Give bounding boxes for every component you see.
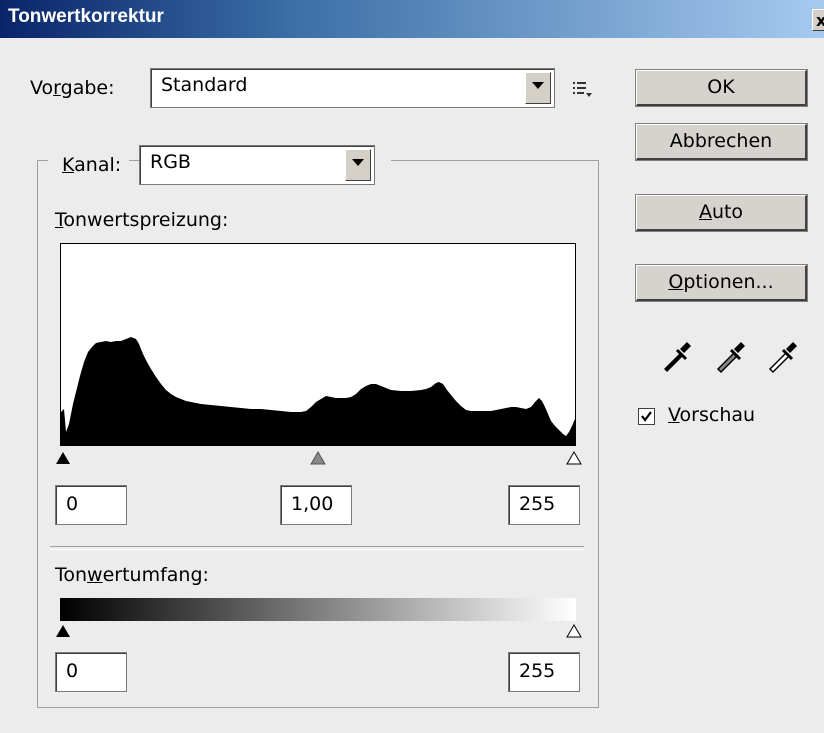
cancel-button[interactable]: Abbrechen — [635, 123, 808, 161]
channel-dropdown[interactable]: RGB — [139, 145, 375, 185]
preview-checkbox[interactable] — [638, 408, 655, 425]
options-button[interactable]: Optionen... — [635, 264, 808, 302]
preset-dropdown-arrow[interactable] — [525, 72, 551, 104]
output-white-slider[interactable] — [566, 624, 582, 638]
output-white-field[interactable]: 255 — [508, 652, 580, 692]
input-black-point-slider[interactable] — [55, 451, 71, 465]
output-levels-label: Tonwertumfang: — [55, 564, 209, 586]
check-mark-icon — [641, 411, 652, 422]
input-white-point-slider[interactable] — [566, 451, 582, 465]
ok-button[interactable]: OK — [635, 69, 808, 107]
output-black-field[interactable]: 0 — [55, 652, 127, 692]
channel-dropdown-arrow[interactable] — [345, 149, 371, 181]
preset-label: Vorgabe: — [30, 77, 115, 99]
black-point-eyedropper-icon[interactable] — [660, 338, 696, 374]
auto-button[interactable]: Auto — [635, 194, 808, 232]
output-black-slider[interactable] — [55, 624, 71, 638]
histogram-graph — [61, 337, 575, 445]
dialog-title: Tonwertkorrektur — [8, 6, 164, 27]
preset-value: Standard — [161, 74, 248, 96]
divider — [50, 546, 584, 550]
preview-label: Vorschau — [668, 404, 756, 426]
output-gradient-bar — [60, 598, 576, 621]
close-button[interactable]: x — [812, 9, 824, 31]
preset-dropdown[interactable]: Standard — [150, 68, 555, 108]
input-black-field[interactable]: 0 — [55, 485, 127, 525]
channel-value: RGB — [150, 151, 191, 173]
options-menu-icon[interactable] — [572, 80, 594, 98]
input-white-field[interactable]: 255 — [508, 485, 580, 525]
input-gamma-field[interactable]: 1,00 — [280, 485, 352, 525]
input-gamma-slider[interactable] — [310, 451, 326, 465]
title-bar: Tonwertkorrektur x — [0, 0, 824, 38]
white-point-eyedropper-icon[interactable] — [766, 338, 802, 374]
channel-label: Kanal: — [48, 150, 130, 180]
gray-point-eyedropper-icon[interactable] — [714, 338, 750, 374]
input-levels-label: Tonwertspreizung: — [55, 209, 229, 231]
histogram — [60, 243, 576, 446]
